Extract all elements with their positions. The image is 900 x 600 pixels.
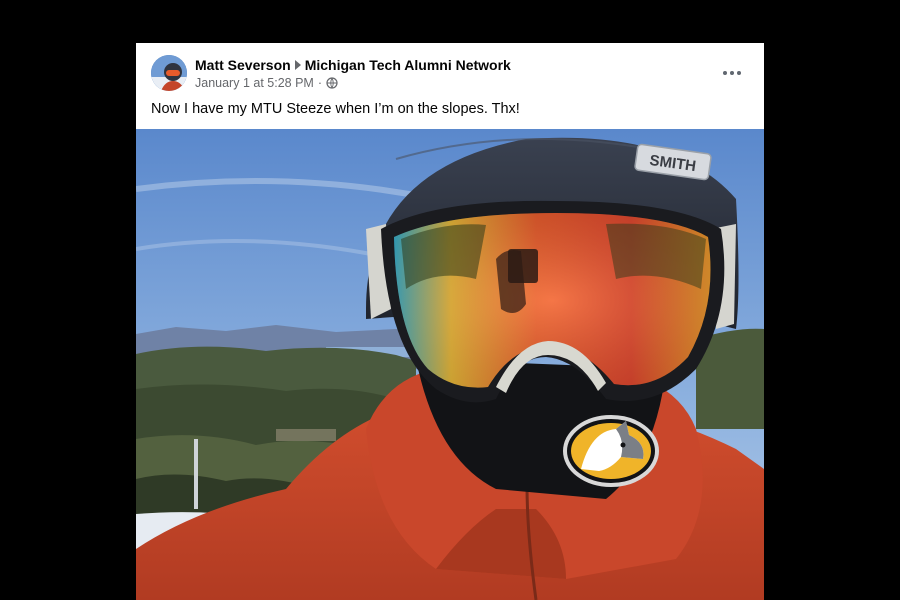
mtu-husky-logo [563,415,659,487]
post-timestamp[interactable]: January 1 at 5:28 PM [195,76,314,90]
avatar[interactable] [151,55,187,91]
shared-to-arrow-icon [294,60,301,70]
post-meta: January 1 at 5:28 PM · [195,76,338,90]
more-options-icon[interactable] [718,63,746,83]
post-text: Now I have my MTU Steeze when I’m on the… [151,101,520,117]
post-photo[interactable]: SMITH [136,129,764,600]
post-header: Matt Severson Michigan Tech Alumni Netwo… [136,43,764,129]
avatar-image [151,55,187,91]
author-name[interactable]: Matt Severson [195,57,291,73]
group-name[interactable]: Michigan Tech Alumni Network [305,57,511,73]
globe-icon [326,77,338,89]
ski-selfie-image: SMITH [136,129,764,600]
meta-separator: · [317,76,322,90]
post-author-line: Matt Severson Michigan Tech Alumni Netwo… [195,57,511,73]
facebook-post: Matt Severson Michigan Tech Alumni Netwo… [136,43,764,600]
screenshot-background: Matt Severson Michigan Tech Alumni Netwo… [0,0,900,600]
